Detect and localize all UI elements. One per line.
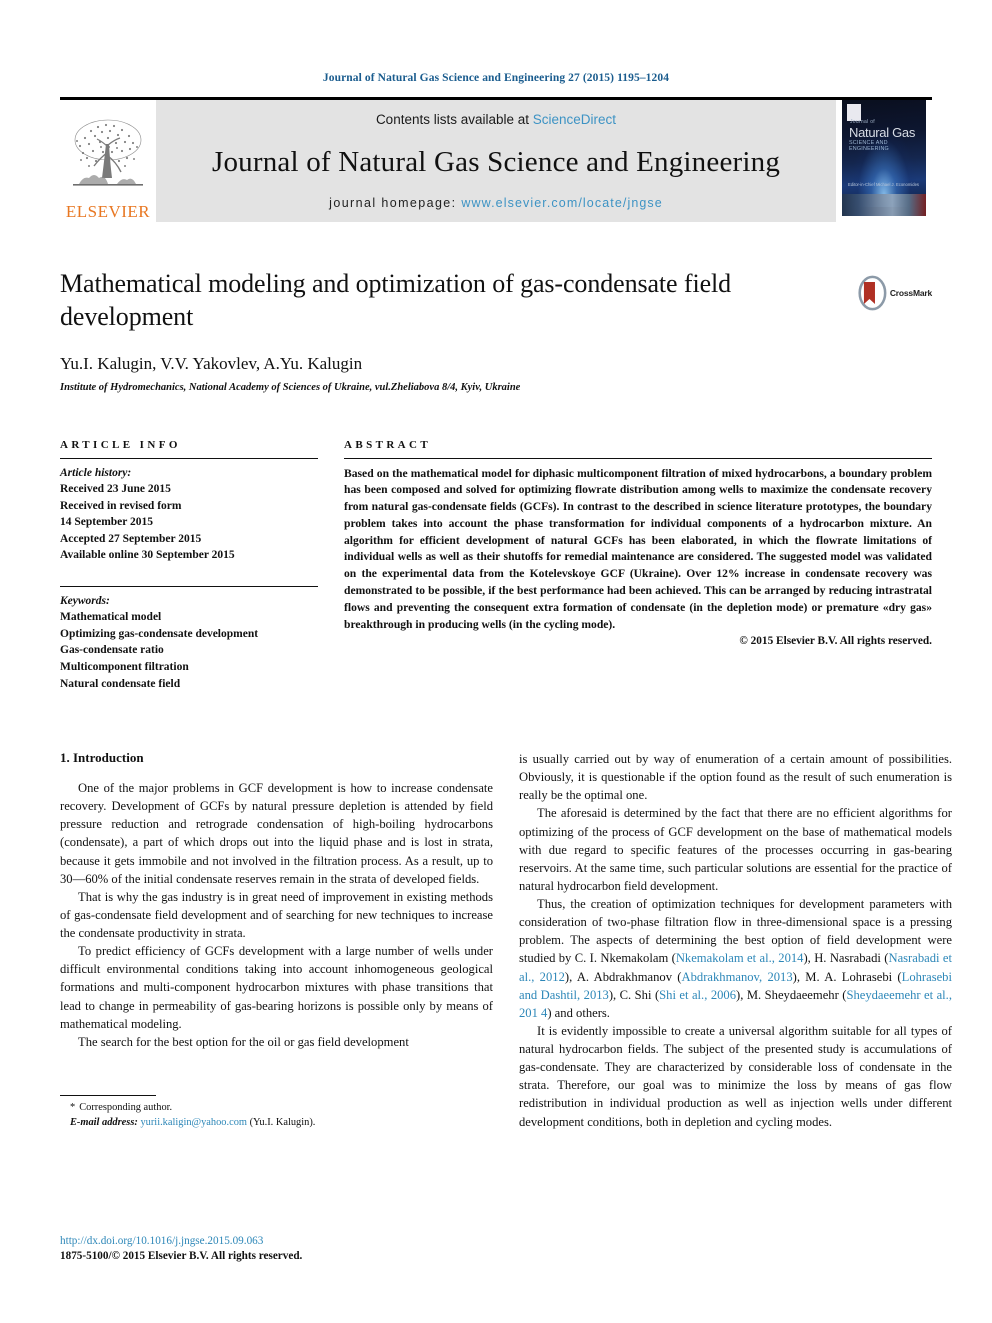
journal-cover-block: Journal of Natural Gas SCIENCE AND ENGIN… bbox=[836, 100, 932, 222]
keywords-rule bbox=[60, 585, 318, 587]
abstract-rule bbox=[344, 457, 932, 459]
paragraph-part: ), A. Abdrakhmanov ( bbox=[564, 969, 682, 984]
body-left-column: 1. Introduction One of the major problem… bbox=[60, 750, 493, 1131]
journal-masthead: ELSEVIER Contents lists available at Sci… bbox=[60, 97, 932, 222]
journal-homepage-line: journal homepage: www.elsevier.com/locat… bbox=[329, 196, 663, 210]
paragraph: The aforesaid is determined by the fact … bbox=[519, 806, 952, 893]
info-abstract-row: ARTICLE INFO Article history: Received 2… bbox=[60, 439, 932, 693]
paragraph-part: ), M. A. Lohrasebi ( bbox=[792, 969, 902, 984]
paragraph: One of the major problems in GCF develop… bbox=[60, 781, 493, 886]
keywords-block: Keywords: Mathematical model Optimizing … bbox=[60, 585, 318, 692]
body-right-column: is usually carried out by way of enumera… bbox=[519, 750, 952, 1131]
paragraph: It is evidently impossible to create a u… bbox=[519, 1023, 952, 1129]
article-history-block: Article history: Received 23 June 2015 R… bbox=[60, 465, 318, 564]
abstract-text: Based on the mathematical model for diph… bbox=[344, 466, 932, 631]
crossmark-label: CrossMark bbox=[889, 288, 932, 298]
homepage-label: journal homepage: bbox=[329, 196, 462, 210]
paragraph-part: ) and others. bbox=[547, 1005, 610, 1020]
journal-article-page: Journal of Natural Gas Science and Engin… bbox=[0, 0, 992, 1323]
page-footer: http://dx.doi.org/10.1016/j.jngse.2015.0… bbox=[60, 1234, 493, 1265]
crossmark-badge[interactable]: CrossMark bbox=[858, 272, 932, 314]
footnote-asterisk: * bbox=[70, 1102, 76, 1114]
history-item: Available online 30 September 2015 bbox=[60, 549, 235, 562]
footnote-rule bbox=[60, 1095, 156, 1097]
running-head: Journal of Natural Gas Science and Engin… bbox=[322, 72, 670, 84]
article-info-rule bbox=[60, 457, 318, 459]
paragraph: The search for the best option for the o… bbox=[78, 1034, 409, 1049]
paragraph: To predict efficiency of GCFs developmen… bbox=[60, 944, 493, 1031]
author-list: Yu.I. Kalugin, V.V. Yakovlev, A.Yu. Kalu… bbox=[60, 354, 932, 374]
corresponding-author-footnote: * Corresponding author. E-mail address: y… bbox=[60, 1095, 493, 1131]
footnote-corresponding-text: Corresponding author. bbox=[79, 1102, 173, 1114]
keyword-item: Mathematical model bbox=[60, 611, 162, 624]
article-info-heading: ARTICLE INFO bbox=[60, 438, 181, 451]
journal-cover-thumbnail: Journal of Natural Gas SCIENCE AND ENGIN… bbox=[842, 100, 926, 216]
elsevier-tree-icon bbox=[73, 119, 143, 186]
page-title: Mathematical modeling and optimization o… bbox=[60, 269, 732, 331]
keywords-label: Keywords: bbox=[60, 594, 110, 607]
paragraph-part: ), M. Sheydaeemehr ( bbox=[736, 987, 847, 1002]
crossmark-icon bbox=[858, 275, 887, 311]
paragraph-part: ), C. Shi ( bbox=[608, 987, 660, 1002]
contents-available-line: Contents lists available at ScienceDirec… bbox=[376, 112, 616, 127]
paragraph: is usually carried out by way of enumera… bbox=[519, 752, 952, 803]
section-heading-introduction: 1. Introduction bbox=[60, 750, 144, 766]
affiliation: Institute of Hydromechanics, National Ac… bbox=[60, 381, 521, 393]
sciencedirect-link[interactable]: ScienceDirect bbox=[533, 112, 616, 127]
journal-title: Journal of Natural Gas Science and Engin… bbox=[211, 145, 781, 178]
article-info-column: ARTICLE INFO Article history: Received 2… bbox=[60, 439, 318, 693]
history-item: Accepted 27 September 2015 bbox=[60, 532, 202, 545]
elsevier-wordmark: ELSEVIER bbox=[65, 202, 151, 221]
authors-text: Yu.I. Kalugin, V.V. Yakovlev, A.Yu. Kalu… bbox=[60, 353, 363, 373]
footnote-corresponding-line: * Corresponding author. bbox=[60, 1101, 493, 1116]
keyword-item: Multicomponent filtration bbox=[60, 660, 189, 673]
history-item: Received in revised form bbox=[60, 499, 182, 512]
citation-link[interactable]: Abdrakhmanov, 2013 bbox=[682, 970, 793, 984]
footnote-email-link[interactable]: yurii.kaligin@yahoo.com bbox=[140, 1117, 247, 1128]
contents-prefix: Contents lists available at bbox=[375, 112, 533, 127]
masthead-center: Contents lists available at ScienceDirec… bbox=[156, 100, 836, 222]
citation-link[interactable]: Shi et al., 2006 bbox=[659, 988, 736, 1002]
article-history-label: Article history: bbox=[60, 466, 132, 479]
body-columns: 1. Introduction One of the major problem… bbox=[60, 750, 952, 1131]
history-item: Received 23 June 2015 bbox=[60, 483, 171, 496]
citation-link[interactable]: Nkemakolam et al., 2014 bbox=[676, 951, 804, 965]
keywords-body: Keywords: Mathematical model Optimizing … bbox=[60, 593, 318, 692]
footnote-email-label: E-mail address: bbox=[70, 1116, 138, 1128]
cover-bottom-photo-strip bbox=[842, 194, 926, 216]
abstract-column: ABSTRACT Based on the mathematical model… bbox=[344, 439, 932, 693]
abstract-heading: ABSTRACT bbox=[344, 438, 432, 451]
doi-link[interactable]: http://dx.doi.org/10.1016/j.jngse.2015.0… bbox=[60, 1234, 493, 1250]
footnote-email-line: E-mail address: yurii.kaligin@yahoo.com … bbox=[60, 1116, 493, 1131]
title-area: Mathematical modeling and optimization o… bbox=[60, 268, 932, 393]
paragraph: That is why the gas industry is in great… bbox=[60, 889, 493, 941]
paragraph-part: ), H. Nasrabadi ( bbox=[803, 951, 889, 966]
keyword-item: Optimizing gas-condensate development bbox=[60, 627, 259, 640]
footnote-email-owner: (Yu.I. Kalugin). bbox=[249, 1116, 316, 1128]
keyword-item: Natural condensate field bbox=[60, 677, 181, 690]
keyword-item: Gas-condensate ratio bbox=[60, 644, 164, 657]
abstract-copyright: © 2015 Elsevier B.V. All rights reserved… bbox=[739, 635, 932, 648]
cover-subtitle: SCIENCE AND ENGINEERING bbox=[849, 140, 889, 152]
homepage-link[interactable]: www.elsevier.com/locate/jngse bbox=[461, 196, 662, 210]
cover-editors: Editor-in-Chief Michael J. Economides bbox=[848, 181, 919, 187]
cover-title: Natural Gas bbox=[849, 125, 916, 140]
elsevier-logo-block: ELSEVIER bbox=[60, 100, 156, 222]
history-item: 14 September 2015 bbox=[60, 516, 154, 529]
issn-copyright-line: 1875-5100/© 2015 Elsevier B.V. All right… bbox=[60, 1250, 303, 1263]
paragraph-with-citations: Thus, the creation of optimization techn… bbox=[519, 895, 952, 1022]
